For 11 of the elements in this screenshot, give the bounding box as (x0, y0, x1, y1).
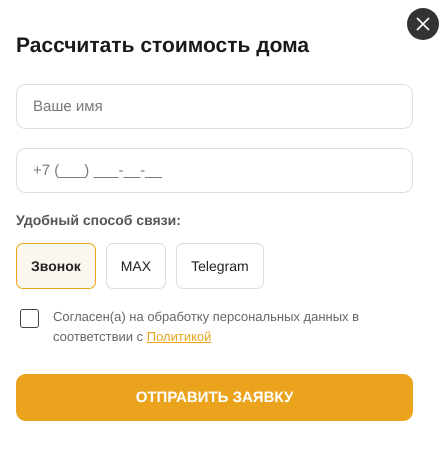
input-field[interactable]: Ваше имя (16, 84, 413, 129)
close-icon (416, 17, 430, 31)
contact-option[interactable]: Telegram (176, 243, 264, 289)
input-field[interactable]: +7 (___) ___-__-__ (16, 148, 413, 193)
checkbox[interactable] (20, 309, 39, 328)
close-button[interactable] (407, 8, 439, 40)
consent-text: Согласен(а) на обработку персональных данных в соответствии с Политикой (53, 308, 360, 346)
contact-label: Удобный способ связи: (16, 212, 182, 228)
form-title: Рассчитать стоимость дома (16, 33, 310, 59)
contact-option[interactable]: Звонок (16, 243, 96, 289)
contact-option[interactable]: MAX (106, 243, 166, 289)
